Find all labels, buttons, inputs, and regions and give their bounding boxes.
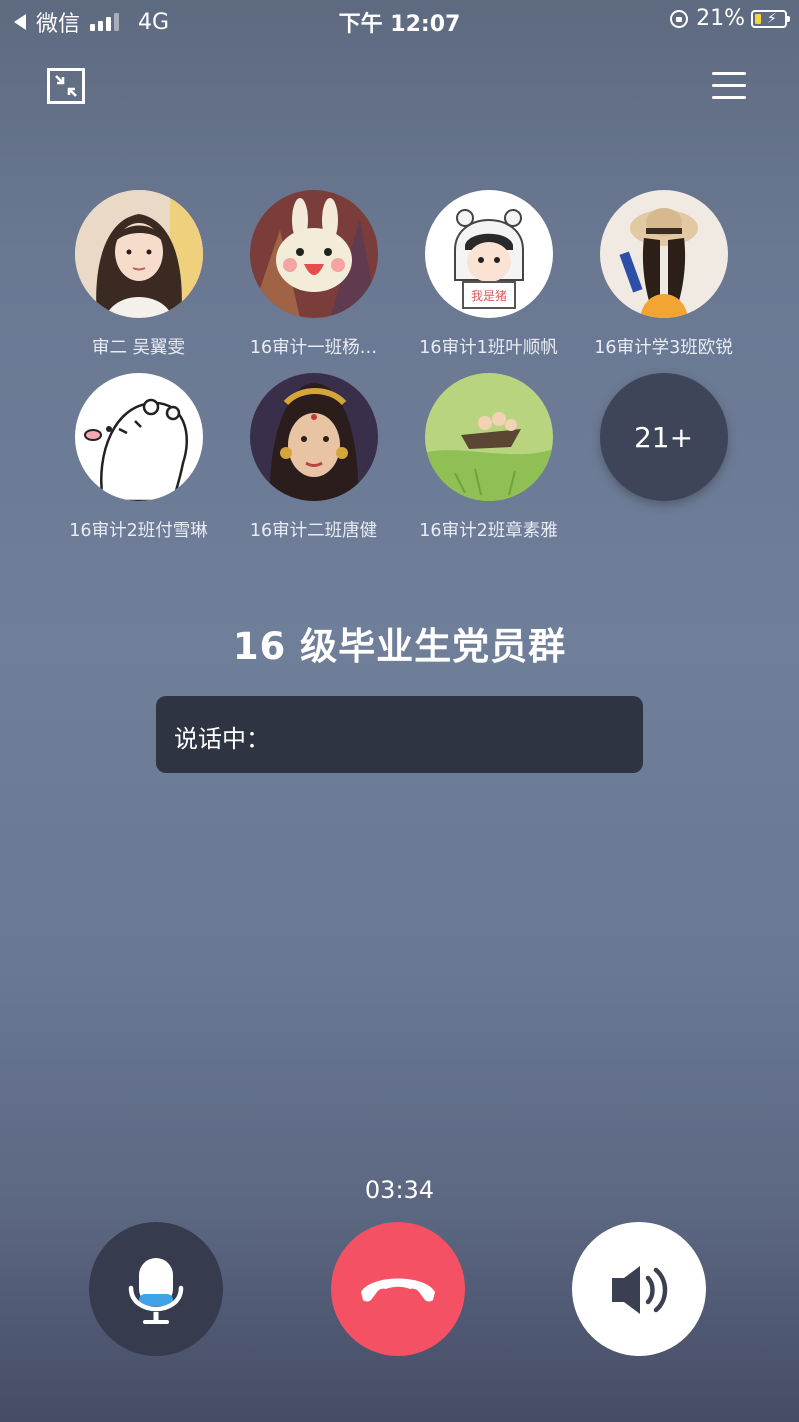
speaking-indicator: 说话中： <box>156 696 643 773</box>
avatar <box>74 190 203 318</box>
menu-button[interactable] <box>712 72 746 100</box>
avatar: 我是猪 <box>424 190 553 318</box>
minimize-window-button[interactable] <box>47 68 85 104</box>
hang-up-icon <box>361 1278 435 1302</box>
avatar <box>424 373 553 501</box>
participant-name: 16审计2班付雪琳 <box>69 521 208 541</box>
speaking-label: 说话中： <box>174 725 270 753</box>
avatar <box>249 190 378 318</box>
participant[interactable]: 16审计2班付雪琳 <box>51 373 226 542</box>
speaker-button[interactable] <box>572 1222 706 1356</box>
participant-name: 16审计2班章素雅 <box>419 521 558 541</box>
menu-icon-line <box>712 72 746 75</box>
microphone-icon <box>128 1258 184 1324</box>
participant[interactable]: 我是猪 16审计1班叶顺帆 <box>401 190 576 359</box>
speaker-icon <box>612 1266 668 1314</box>
battery-level <box>755 13 761 24</box>
participant-name: 16审计学3班欧锐 <box>594 338 733 358</box>
participant-name: 16审计一班杨… <box>249 338 378 358</box>
mute-button[interactable] <box>89 1222 223 1356</box>
participant-name: 16审计二班唐健 <box>249 521 378 541</box>
menu-icon-line <box>712 96 746 99</box>
hang-up-button[interactable] <box>331 1222 465 1356</box>
avatar <box>249 373 378 501</box>
avatar <box>74 373 203 501</box>
minimize-window-icon <box>55 75 77 97</box>
battery-percent: 21% <box>696 6 745 31</box>
avatar <box>599 190 728 318</box>
participant[interactable]: 16审计二班唐健 <box>226 373 401 542</box>
group-title: 16 级毕业生党员群 <box>232 625 567 668</box>
call-duration: 03:34 <box>364 1176 435 1204</box>
status-right: 21% ⚡ <box>670 6 790 31</box>
battery-icon: ⚡ <box>751 9 790 28</box>
participant[interactable]: 16审计2班章素雅 <box>401 373 576 542</box>
participant[interactable]: 16审计一班杨… <box>226 190 401 359</box>
participant[interactable]: 审二 吴翼雯 <box>51 190 226 359</box>
charging-icon: ⚡ <box>767 10 777 27</box>
participant-name: 审二 吴翼雯 <box>91 338 186 358</box>
svg-text:我是猪: 我是猪 <box>470 289 506 303</box>
participant[interactable]: 16审计学3班欧锐 <box>576 190 751 359</box>
rotation-lock-icon <box>670 9 689 28</box>
more-participants-count: 21+ <box>599 373 728 501</box>
status-bar: 微信 4G 下午 12:07 21% ⚡ <box>0 0 799 42</box>
more-participants-button[interactable]: 21+ <box>576 373 751 501</box>
menu-icon-line <box>712 84 746 87</box>
voice-call-screen: 微信 4G 下午 12:07 21% ⚡ 审二 吴翼雯 16审计一班杨… 我是猪… <box>0 0 799 1422</box>
participant-name: 16审计1班叶顺帆 <box>419 338 558 358</box>
